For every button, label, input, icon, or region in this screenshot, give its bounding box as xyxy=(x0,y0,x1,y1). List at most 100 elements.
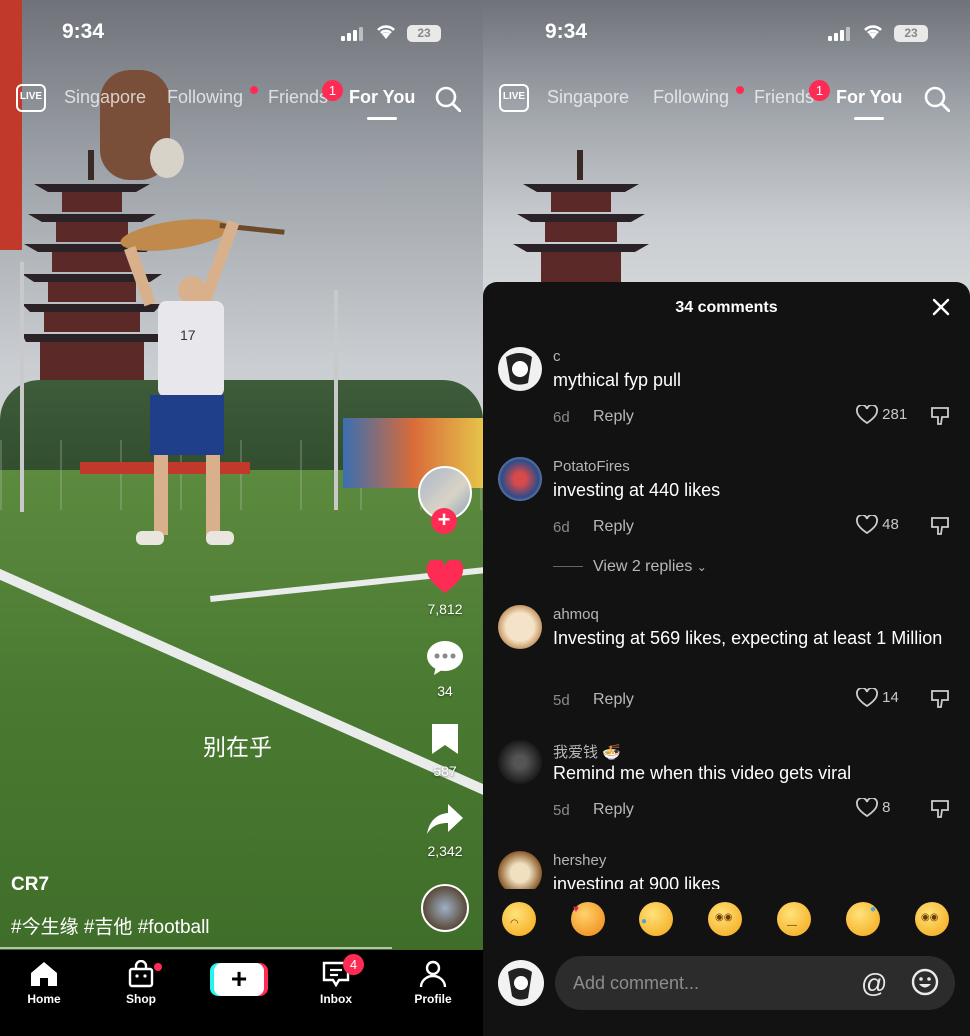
nav-inbox[interactable]: 4 Inbox xyxy=(301,954,371,1006)
comment-username[interactable]: c xyxy=(553,348,561,365)
comment-like-button[interactable]: 14 xyxy=(856,687,916,708)
heart-outline-icon xyxy=(856,404,878,425)
reply-button[interactable]: Reply xyxy=(593,408,634,426)
comment-text: Investing at 569 likes, expecting at lea… xyxy=(553,628,943,648)
comment-input[interactable] xyxy=(555,956,955,1010)
comment-icon xyxy=(427,641,463,675)
status-bar: 9:34 23 xyxy=(483,0,970,66)
smirk-emoji-icon[interactable]: — xyxy=(777,902,811,936)
creator-avatar[interactable]: + xyxy=(414,466,476,534)
search-icon[interactable] xyxy=(435,86,461,112)
nav-profile[interactable]: Profile xyxy=(398,960,468,1006)
like-button[interactable]: 7,812 xyxy=(414,558,476,617)
video-feed-pane: 17 9:34 23 LIVE Singapore Following Frie… xyxy=(0,0,483,1036)
like-count: 7,812 xyxy=(427,601,463,617)
close-icon[interactable] xyxy=(932,298,950,316)
signal-icon xyxy=(828,27,852,41)
inbox-badge: 4 xyxy=(343,954,364,975)
nav-home[interactable]: Home xyxy=(9,960,79,1006)
sweat-smile-emoji-icon[interactable]: ● xyxy=(846,902,880,936)
comment-avatar[interactable] xyxy=(498,605,542,649)
smiling-hearts-emoji-icon[interactable]: ♥ xyxy=(571,902,605,936)
create-button[interactable]: + xyxy=(214,963,264,996)
dislike-icon[interactable] xyxy=(929,405,951,427)
tab-following[interactable]: Following xyxy=(653,87,729,108)
tab-friends[interactable]: Friends xyxy=(268,87,328,108)
comment-username[interactable]: 我爱钱 🍜 xyxy=(553,741,621,762)
comment-avatar[interactable] xyxy=(498,347,542,391)
tears-of-joy-emoji-icon[interactable]: ● xyxy=(639,902,673,936)
dislike-icon[interactable] xyxy=(929,688,951,710)
view-replies-label: View 2 replies xyxy=(593,558,693,575)
comment-username[interactable]: hershey xyxy=(553,852,606,869)
shopping-bag-icon xyxy=(128,960,154,988)
comment-like-button[interactable]: 8 xyxy=(856,797,916,818)
comment-count: 34 xyxy=(437,683,453,699)
reply-button[interactable]: Reply xyxy=(593,691,634,709)
video-caption[interactable]: #今生缘 #吉他 #football xyxy=(11,912,210,939)
dislike-icon[interactable] xyxy=(929,515,951,537)
nav-home-label: Home xyxy=(27,992,61,1006)
comment-like-count: 8 xyxy=(882,798,891,816)
video-progress-bar[interactable] xyxy=(0,947,392,949)
live-icon[interactable]: LIVE xyxy=(16,84,46,112)
tab-for-you[interactable]: For You xyxy=(836,87,902,120)
reply-button[interactable]: Reply xyxy=(593,518,634,536)
comment-avatar[interactable] xyxy=(498,740,542,784)
following-dot xyxy=(736,86,744,94)
comment-username[interactable]: PotatoFires xyxy=(553,458,630,475)
share-count: 2,342 xyxy=(427,843,463,859)
creator-username[interactable]: CR7 xyxy=(11,874,49,896)
tab-singapore[interactable]: Singapore xyxy=(64,87,146,108)
share-button[interactable]: 2,342 xyxy=(414,802,476,859)
sound-disc[interactable] xyxy=(414,884,476,932)
comment-button[interactable]: 34 xyxy=(414,640,476,699)
status-time: 9:34 xyxy=(545,20,588,43)
save-button[interactable]: 587 xyxy=(414,722,476,779)
nav-shop-label: Shop xyxy=(126,992,156,1006)
bookmark-icon xyxy=(432,724,458,754)
comment-like-button[interactable]: 281 xyxy=(856,404,916,425)
guitarist-figure: 17 xyxy=(120,219,285,545)
pleading-emoji-icon[interactable]: ◉◉ xyxy=(915,902,949,936)
comment-avatar[interactable] xyxy=(498,851,542,889)
comment-list[interactable]: c mythical fyp pull 6d Reply 281 PotatoF… xyxy=(483,337,970,889)
heart-outline-icon xyxy=(856,687,878,708)
comment-text: mythical fyp pull xyxy=(553,370,682,390)
comment-username[interactable]: ahmoq xyxy=(553,606,599,623)
grinning-emoji-icon[interactable]: ◠ xyxy=(502,902,536,936)
video-frame[interactable]: 17 xyxy=(0,0,483,1036)
comment-text: Remind me when this video gets viral xyxy=(553,763,852,783)
status-time: 9:34 xyxy=(62,20,105,43)
nav-inbox-label: Inbox xyxy=(320,992,352,1006)
search-icon[interactable] xyxy=(924,86,950,112)
comment-like-button[interactable]: 48 xyxy=(856,514,916,535)
my-avatar xyxy=(498,960,544,1006)
shop-dot xyxy=(154,963,162,971)
home-icon xyxy=(31,962,57,986)
live-icon[interactable]: LIVE xyxy=(499,84,529,112)
comment-like-count: 48 xyxy=(882,515,899,533)
comment-avatar[interactable] xyxy=(498,457,542,501)
reply-button[interactable]: Reply xyxy=(593,801,634,819)
follow-button[interactable]: + xyxy=(431,508,457,534)
tab-for-you[interactable]: For You xyxy=(349,87,415,120)
tab-singapore[interactable]: Singapore xyxy=(547,87,629,108)
battery-icon: 23 xyxy=(407,25,441,42)
dislike-icon[interactable] xyxy=(929,798,951,820)
nav-shop[interactable]: Shop xyxy=(106,960,176,1006)
heart-outline-icon xyxy=(856,797,878,818)
comment-like-count: 14 xyxy=(882,688,899,706)
comments-title: 34 comments xyxy=(675,299,778,316)
comments-sheet: 34 comments c mythical fyp pull 6d Reply… xyxy=(483,282,970,1036)
view-replies-button[interactable]: View 2 replies ⌄ xyxy=(553,558,707,576)
wifi-icon xyxy=(375,22,397,44)
emoji-picker-icon[interactable] xyxy=(911,968,939,996)
mention-icon[interactable]: @ xyxy=(861,968,887,999)
tab-friends[interactable]: Friends xyxy=(754,87,814,108)
emoji-quick-row: ◠ ♥ ● ◉◉ — ● ◉◉ xyxy=(483,902,970,942)
signal-icon xyxy=(341,27,365,41)
flushed-emoji-icon[interactable]: ◉◉ xyxy=(708,902,742,936)
tab-following[interactable]: Following xyxy=(167,87,243,108)
comment-age: 6d xyxy=(553,409,570,426)
